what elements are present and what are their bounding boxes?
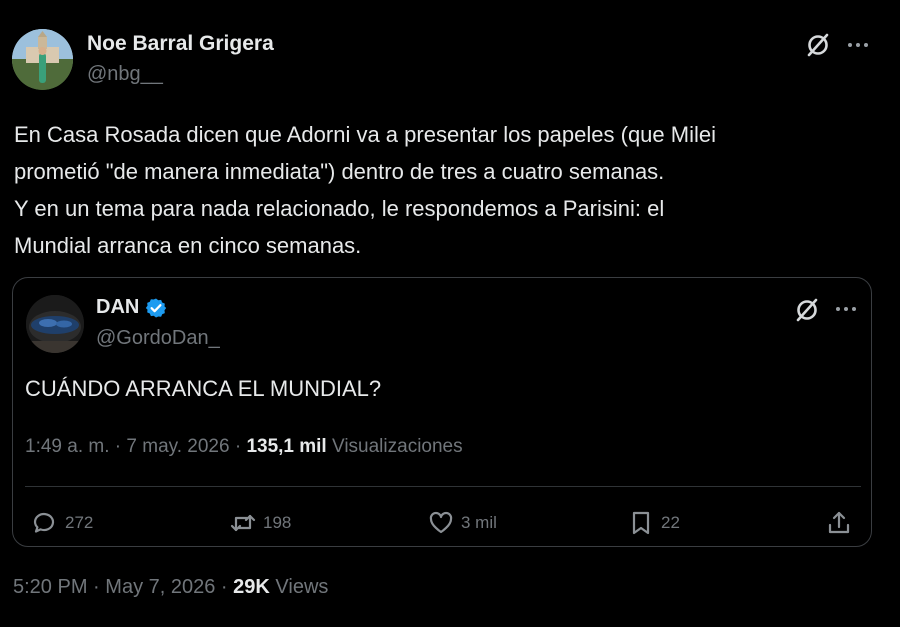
tweet-post: Noe Barral Grigera @nbg__ En Casa Rosada…: [0, 0, 900, 627]
reply-count: 272: [65, 513, 94, 532]
author-handle[interactable]: @nbg__: [87, 63, 163, 86]
repost-count: 198: [263, 513, 292, 532]
tweet-time[interactable]: 5:20 PM: [13, 576, 87, 598]
author-avatar[interactable]: [12, 29, 73, 90]
author-avatar-image: [12, 29, 73, 90]
meta-separator: ·: [93, 576, 100, 598]
reply-icon: [33, 512, 55, 533]
share-icon: [828, 511, 850, 534]
quoted-author-display-name[interactable]: DAN: [96, 296, 139, 319]
like-count: 3 mil: [461, 513, 497, 532]
meta-separator: ·: [114, 436, 122, 457]
quoted-author-name-row: DAN: [96, 296, 167, 319]
tweet-footer-meta: 5:20 PM · May 7, 2026 · 29K Views: [13, 576, 328, 599]
quoted-author-avatar[interactable]: [26, 295, 84, 353]
bookmark-button[interactable]: 22: [627, 509, 680, 537]
quoted-author-avatar-image: [26, 295, 84, 353]
repost-icon: [230, 514, 256, 532]
reply-button[interactable]: 272: [31, 509, 93, 537]
meta-separator: ·: [220, 576, 228, 598]
repost-button[interactable]: 198: [229, 509, 291, 537]
quoted-divider: [25, 486, 861, 487]
quoted-tweet-card[interactable]: DAN @GordoDan_ CUÁNDO ARRANCA EL MUNDIAL…: [12, 277, 872, 547]
author-display-name[interactable]: Noe Barral Grigera: [87, 32, 274, 56]
tweet-text-line: prometió "de manera inmediata") dentro d…: [14, 159, 665, 184]
views-label: Views: [275, 576, 329, 598]
quoted-author-handle[interactable]: @GordoDan_: [96, 327, 220, 350]
quoted-tweet-date[interactable]: 7 may. 2026: [126, 436, 229, 457]
tweet-text: En Casa Rosada dicen que Adorni va a pre…: [14, 116, 874, 264]
bookmark-icon: [632, 511, 650, 535]
quoted-tweet-text: CUÁNDO ARRANCA EL MUNDIAL?: [25, 376, 382, 401]
grok-icon[interactable]: [804, 31, 832, 59]
quoted-tweet-meta: 1:49 a. m. · 7 may. 2026 · 135,1 mil Vis…: [25, 436, 463, 458]
quoted-more-options-icon[interactable]: [836, 305, 862, 313]
quoted-views-label: Visualizaciones: [332, 436, 463, 457]
share-button[interactable]: [825, 509, 853, 537]
more-options-icon[interactable]: [848, 41, 874, 49]
verified-badge-icon[interactable]: [145, 297, 167, 319]
tweet-text-line: Mundial arranca en cinco semanas.: [14, 233, 362, 258]
views-count: 29K: [233, 576, 270, 598]
meta-separator: ·: [234, 436, 242, 457]
tweet-text-line: En Casa Rosada dicen que Adorni va a pre…: [14, 122, 716, 147]
quoted-grok-icon[interactable]: [793, 296, 821, 324]
tweet-date[interactable]: May 7, 2026: [105, 576, 215, 598]
heart-icon: [429, 511, 453, 534]
like-button[interactable]: 3 mil: [427, 509, 497, 537]
tweet-text-line: Y en un tema para nada relacionado, le r…: [14, 196, 665, 221]
quoted-views-count: 135,1 mil: [246, 436, 327, 457]
bookmark-count: 22: [661, 513, 680, 532]
quoted-tweet-time[interactable]: 1:49 a. m.: [25, 436, 110, 457]
